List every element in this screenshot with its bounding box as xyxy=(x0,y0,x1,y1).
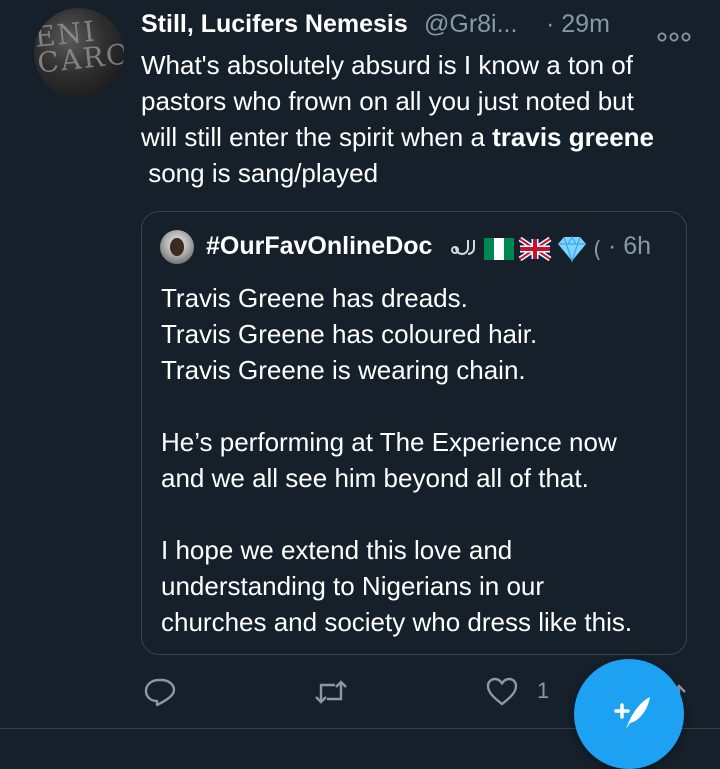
tweet-header: Still, Lucifers Nemesis @Gr8i... · 29m xyxy=(141,6,710,42)
quoted-display-name: #OurFavOnlineDoc xyxy=(206,232,433,260)
like-count: 1 xyxy=(537,678,550,703)
quoted-text-line: Travis Greene is wearing chain. xyxy=(161,355,526,385)
quoted-timestamp: · 6h xyxy=(608,232,652,260)
retweet-button[interactable] xyxy=(313,676,349,708)
quoted-text-line: I hope we extend this love and xyxy=(161,535,513,565)
name-emoji-decorations: ( xyxy=(448,232,608,264)
compose-tweet-button[interactable] xyxy=(574,659,684,769)
tweet-timestamp[interactable]: · 29m xyxy=(546,10,610,39)
avatar-graffiti: ENI CARO xyxy=(34,14,124,80)
more-options-icon[interactable] xyxy=(657,20,691,42)
tweet-text-line: What's absolutely absurd is I know a ton… xyxy=(141,50,633,80)
like-button[interactable] xyxy=(485,676,519,708)
quoted-text-line: Travis Greene has coloured hair. xyxy=(161,319,538,349)
tweet-text-line: will still enter the spirit when a travi… xyxy=(141,122,655,152)
tweet-text-bold: travis greene xyxy=(492,122,655,152)
display-name[interactable]: Still, Lucifers Nemesis xyxy=(141,10,408,39)
svg-text:(: ( xyxy=(593,238,602,263)
tweet-text-line: pastors who frown on all you just noted … xyxy=(141,86,634,116)
reply-icon xyxy=(144,678,176,707)
nigeria-flag-icon xyxy=(484,238,514,260)
quoted-text: Travis Greene has dreads. Travis Greene … xyxy=(161,280,681,640)
tweet-text: What's absolutely absurd is I know a ton… xyxy=(141,47,701,191)
stethoscope-icon xyxy=(451,240,475,255)
user-avatar[interactable]: ENI CARO xyxy=(34,8,124,98)
quoted-text-line: He’s performing at The Experience now xyxy=(161,427,617,457)
retweet-icon xyxy=(315,680,347,704)
quoted-text-line: Travis Greene has dreads. xyxy=(161,283,468,313)
uk-flag-icon xyxy=(518,236,552,262)
quoted-text-line: and we all see him beyond all of that. xyxy=(161,463,589,493)
gem-icon xyxy=(558,235,586,263)
quoted-text-line: understanding to Nigerians in our xyxy=(161,571,545,601)
quoted-tweet[interactable]: #OurFavOnlineDoc (· 6h Travis Greene ha… xyxy=(141,211,687,655)
user-handle[interactable]: @Gr8i... xyxy=(424,10,517,39)
quoted-text-line: churches and society who dress like this… xyxy=(161,607,633,637)
reply-button[interactable] xyxy=(143,676,177,708)
compose-tweet-icon xyxy=(614,697,650,729)
like-icon xyxy=(486,677,518,706)
quoted-user-avatar xyxy=(160,230,194,264)
tweet-text-line: song is sang/played xyxy=(141,158,379,188)
